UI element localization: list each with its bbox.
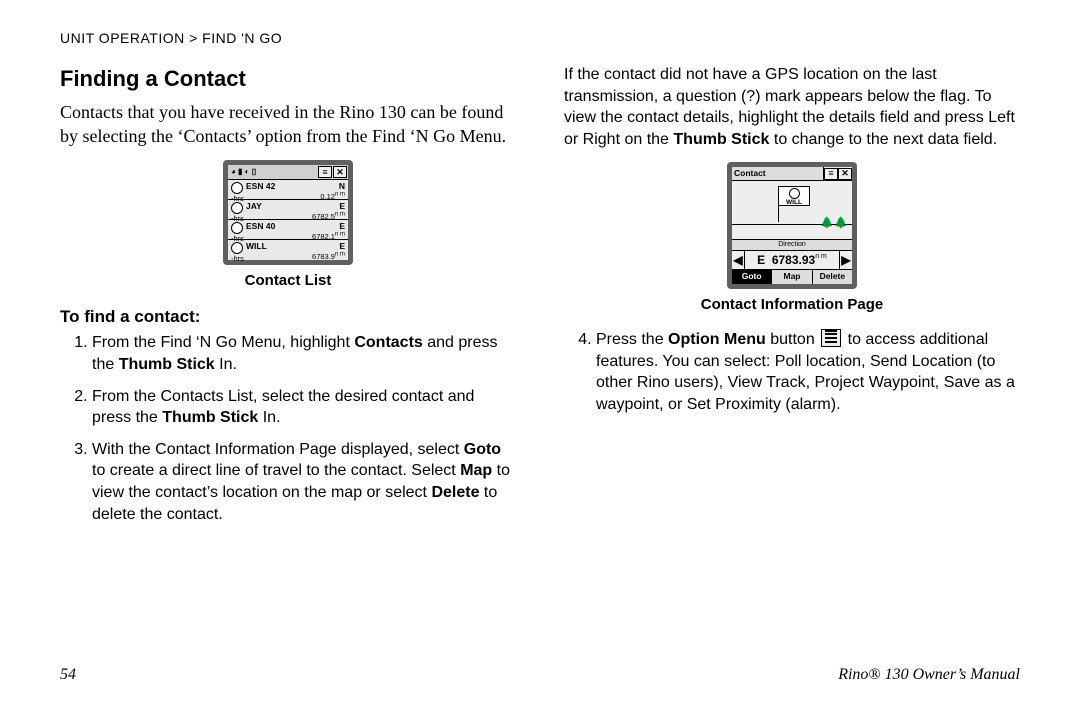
step-2: From the Contacts List, select the desir… [92,386,516,429]
contact-info-screenshot: Contact ≡ ✕ WILL 🌲 🌲 Direction ◀ E [727,162,857,288]
tree-icon: 🌲 [834,216,848,231]
contact-flag: WILL [778,186,810,206]
device-button-goto: Goto [732,270,772,284]
figure-caption-right: Contact Information Page [564,295,1020,315]
option-menu-icon [821,329,841,347]
step-1: From the Find ‘N Go Menu, highlight Cont… [92,332,516,375]
direction-value: E 6783.93n m [745,252,839,268]
step-3: With the Contact Information Page displa… [92,439,516,525]
step-4: Press the Option Menu button to access a… [596,329,1020,415]
figure-caption-left: Contact List [60,271,516,291]
right-top-paragraph: If the contact did not have a GPS locati… [564,64,1020,150]
intro-paragraph: Contacts that you have received in the R… [60,100,516,149]
contact-list-row: ESN 40-hrsE6782.1n m [228,220,348,240]
direction-label: Direction [732,240,852,249]
left-column: Finding a Contact Contacts that you have… [60,64,516,535]
tree-icon: 🌲 [820,216,834,231]
close-icon: ✕ [333,166,347,178]
contact-list-screenshot: ◕ ▮ ◐ ▯ ≡ ✕ ESN 42-hrsN0.12n mJAY-hrsE67… [223,160,353,265]
menu-icon: ≡ [824,168,838,180]
menu-icon: ≡ [318,166,332,178]
device-button-map: Map [772,270,812,284]
contact-list-row: ESN 42-hrsN0.12n m [228,180,348,200]
device-statusbar: ◕ ▮ ◐ ▯ [229,167,317,178]
page-title: Finding a Contact [60,64,516,94]
device-button-delete: Delete [813,270,852,284]
manual-title: Rino® 130 Owner’s Manual [838,666,1020,684]
procedure-heading: To find a contact: [60,306,516,329]
breadcrumb: UNIT OPERATION > FIND 'N GO [60,30,1020,46]
contact-list-row: JAY-hrsE6782.5n m [228,200,348,220]
contact-list-row: WILL-hrsE6783.9n m [228,240,348,260]
page-number: 54 [60,666,76,684]
close-icon: ✕ [838,168,852,180]
device-title: Contact [732,167,824,180]
right-arrow-icon: ▶ [839,251,852,269]
step-list-continued: Press the Option Menu button to access a… [574,329,1020,415]
right-column: If the contact did not have a GPS locati… [564,64,1020,535]
left-arrow-icon: ◀ [732,251,745,269]
step-list: From the Find ‘N Go Menu, highlight Cont… [70,332,516,525]
